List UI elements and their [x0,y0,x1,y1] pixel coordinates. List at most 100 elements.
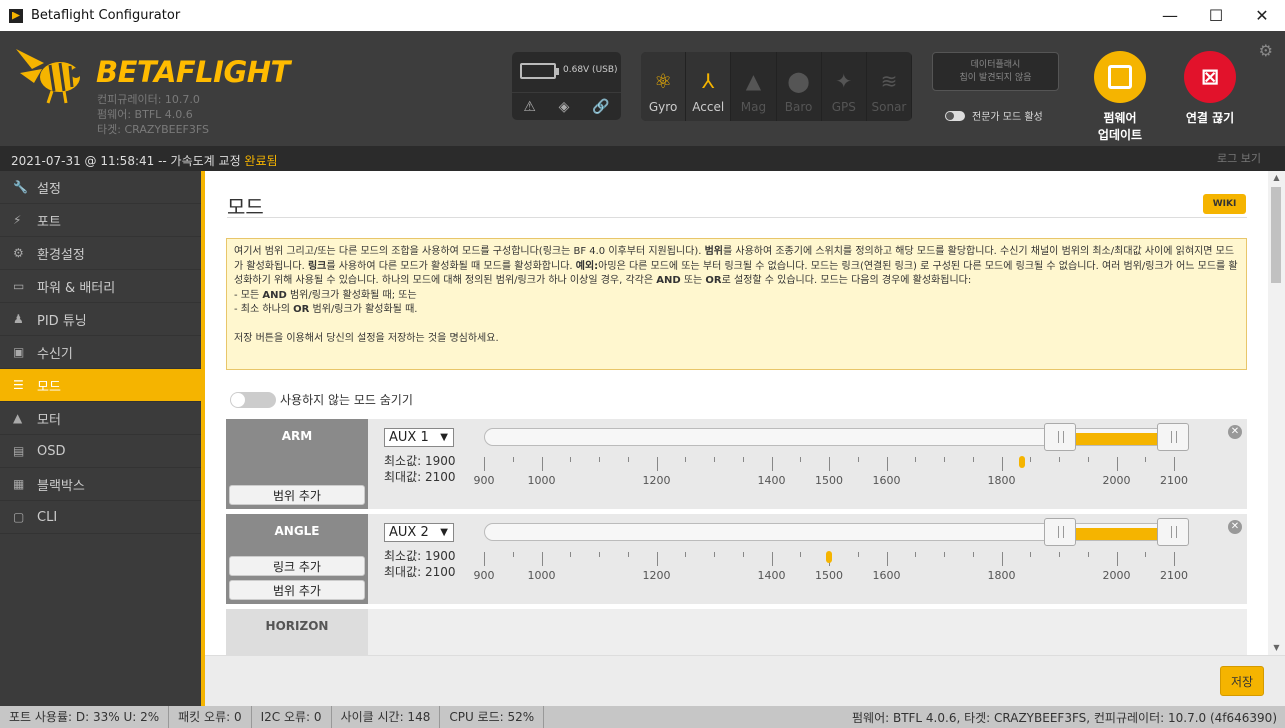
scale-tick [1145,457,1147,462]
packet-errors: 패킷 오류: 0 [169,706,252,728]
scroll-down-icon[interactable]: ▼ [1268,641,1285,655]
sidebar-item-cli[interactable]: ▢ CLI [0,501,201,534]
dataflash-line1: 데이터플래시 [970,60,1021,70]
scale-tick [1145,552,1147,557]
scale-tick [512,552,514,557]
mag-icon: ▲ [745,69,762,93]
add-range-button[interactable]: 범위 추가 [229,485,365,505]
window-title: Betaflight Configurator [31,8,181,23]
range-max-handle[interactable] [1157,423,1189,451]
cycle-time: 사이클 시간: 148 [332,706,441,728]
note-or-item: - 최소 하나의 OR 범위/링크가 활성화될 때. [234,304,418,315]
scale-tick [1001,552,1003,566]
scroll-up-icon[interactable]: ▲ [1268,171,1285,185]
bee-logo-icon [16,49,81,104]
motor-icon: ▲ [13,411,23,425]
scale-tick [800,552,802,557]
sidebar-item-label: CLI [37,509,58,525]
cpu-load: CPU 로드: 52% [440,706,545,728]
scrollbar-thumb[interactable] [1271,187,1281,283]
scale-tick [1030,552,1032,557]
scale-tick [627,457,629,462]
range-slider[interactable] [484,518,1189,546]
add-range-button[interactable]: 범위 추가 [229,580,365,600]
disconnect-label: 연결 끊기 [1185,111,1235,125]
sidebar-item-label: 파워 & 배터리 [37,280,116,296]
disconnect-button[interactable]: ⊠ 연결 끊기 [1178,51,1242,126]
content-scrollbar[interactable]: ▲ ▼ [1268,171,1285,655]
sidebar-item-pid[interactable]: ♟ PID 튜닝 [0,303,201,336]
sidebar-item-blackbox[interactable]: ▦ 블랙박스 [0,468,201,501]
aux-channel-select[interactable]: AUX 1 ▼ [384,428,454,447]
scale-tick-label: 1600 [872,569,901,582]
scale-tick [886,552,888,566]
range-max-value: 2100 [424,470,456,484]
sidebar-item-label: OSD [37,443,66,459]
minimize-button[interactable]: — [1147,0,1193,31]
remove-range-icon[interactable]: ✕ [1228,520,1242,534]
app-header: BETAFLIGHT 컨피규레이터: 10.7.0 펌웨어: BTFL 4.0.… [0,31,1285,146]
mode-name: ANGLE [274,524,320,538]
close-button[interactable]: ✕ [1239,0,1285,31]
pid-icon: ♟ [13,312,24,326]
hide-unused-modes[interactable]: 사용하지 않는 모드 숨기기 [230,391,413,408]
sensor-label: Baro [784,100,813,114]
sidebar-item-ports[interactable]: ⚡ 포트 [0,204,201,237]
status-message: 2021-07-31 @ 11:58:41 -- 가속도계 교정 [11,154,245,168]
scale-tick [1116,457,1118,471]
mode-name: HORIZON [265,619,329,633]
sidebar-item-osd[interactable]: ▤ OSD [0,435,201,468]
toggle-switch[interactable] [945,110,965,121]
show-log-link[interactable]: 로그 보기 [1217,150,1261,166]
scale-tick-label: 1400 [757,569,786,582]
sensor-sonar: ≋ Sonar [867,52,912,121]
maximize-button[interactable]: ☐ [1193,0,1239,31]
sidebar-item-modes[interactable]: ☰ 모드 [0,369,201,402]
scale-tick-label: 1200 [642,569,671,582]
settings-gear-icon[interactable]: ⚙ [1259,41,1273,60]
expert-mode-toggle[interactable]: 전문가 모드 활성 [945,108,1043,123]
scale-tick-label: 1200 [642,474,671,487]
usb-disconnect-icon: ⊠ [1184,51,1236,103]
range-min-handle[interactable] [1044,423,1076,451]
range-slider[interactable] [484,423,1189,451]
target-name: 타겟: CRAZYBEEF3FS [97,123,209,136]
sidebar-item-configuration[interactable]: ⚙ 환경설정 [0,237,201,270]
gear-icon: ⚙ [13,246,24,260]
sidebar-item-motors[interactable]: ▲ 모터 [0,402,201,435]
scale-tick [570,457,572,462]
scale-tick [714,552,715,557]
chevron-down-icon: ▼ [440,527,448,538]
sidebar-item-setup[interactable]: 🔧 설정 [0,171,201,204]
battery-icon [520,63,559,79]
version-info: 컨피규레이터: 10.7.0 펌웨어: BTFL 4.0.6 타겟: CRAZY… [97,92,209,137]
note-paragraph: 여기서 범위 그리고/또는 다른 모드의 조합을 사용하여 모드를 구성합니다(… [234,246,1238,286]
aux-channel-select[interactable]: AUX 2 ▼ [384,523,454,542]
hide-unused-label: 사용하지 않는 모드 숨기기 [280,393,413,407]
remove-range-icon[interactable]: ✕ [1228,425,1242,439]
firmware-update-button[interactable]: 펌웨어 업데이트 [1090,51,1150,143]
sensor-mag: ▲ Mag [731,52,777,121]
mode-label-panel: ARM 범위 추가 [226,419,368,509]
add-link-button[interactable]: 링크 추가 [229,556,365,576]
range-max-handle[interactable] [1157,518,1189,546]
scale-tick [1059,457,1060,462]
scale-tick [512,457,514,462]
hide-unused-toggle[interactable] [230,391,276,408]
save-button[interactable]: 저장 [1220,666,1264,696]
wiki-button[interactable]: WIKI [1203,194,1246,214]
range-min-handle[interactable] [1044,518,1076,546]
plug-icon: ⚡ [13,213,22,227]
sidebar-item-receiver[interactable]: ▣ 수신기 [0,336,201,369]
scale-tick [771,552,773,566]
scale-tick [800,457,802,462]
scale-tick [944,552,945,557]
sidebar-item-power[interactable]: ▭ 파워 & 배터리 [0,270,201,303]
mode-label-panel: HORIZON [226,609,368,655]
sidebar-item-label: PID 튜닝 [37,313,87,329]
expert-mode-label: 전문가 모드 활성 [972,112,1043,123]
scale-tick-label: 1000 [527,474,556,487]
sidebar-item-label: 블랙박스 [37,478,85,494]
sensor-label: GPS [831,100,856,114]
mode-arm: ARM 범위 추가 AUX 1 ▼ 최소값: 1900 최대값: 2100 ✕ 9… [226,419,1247,509]
